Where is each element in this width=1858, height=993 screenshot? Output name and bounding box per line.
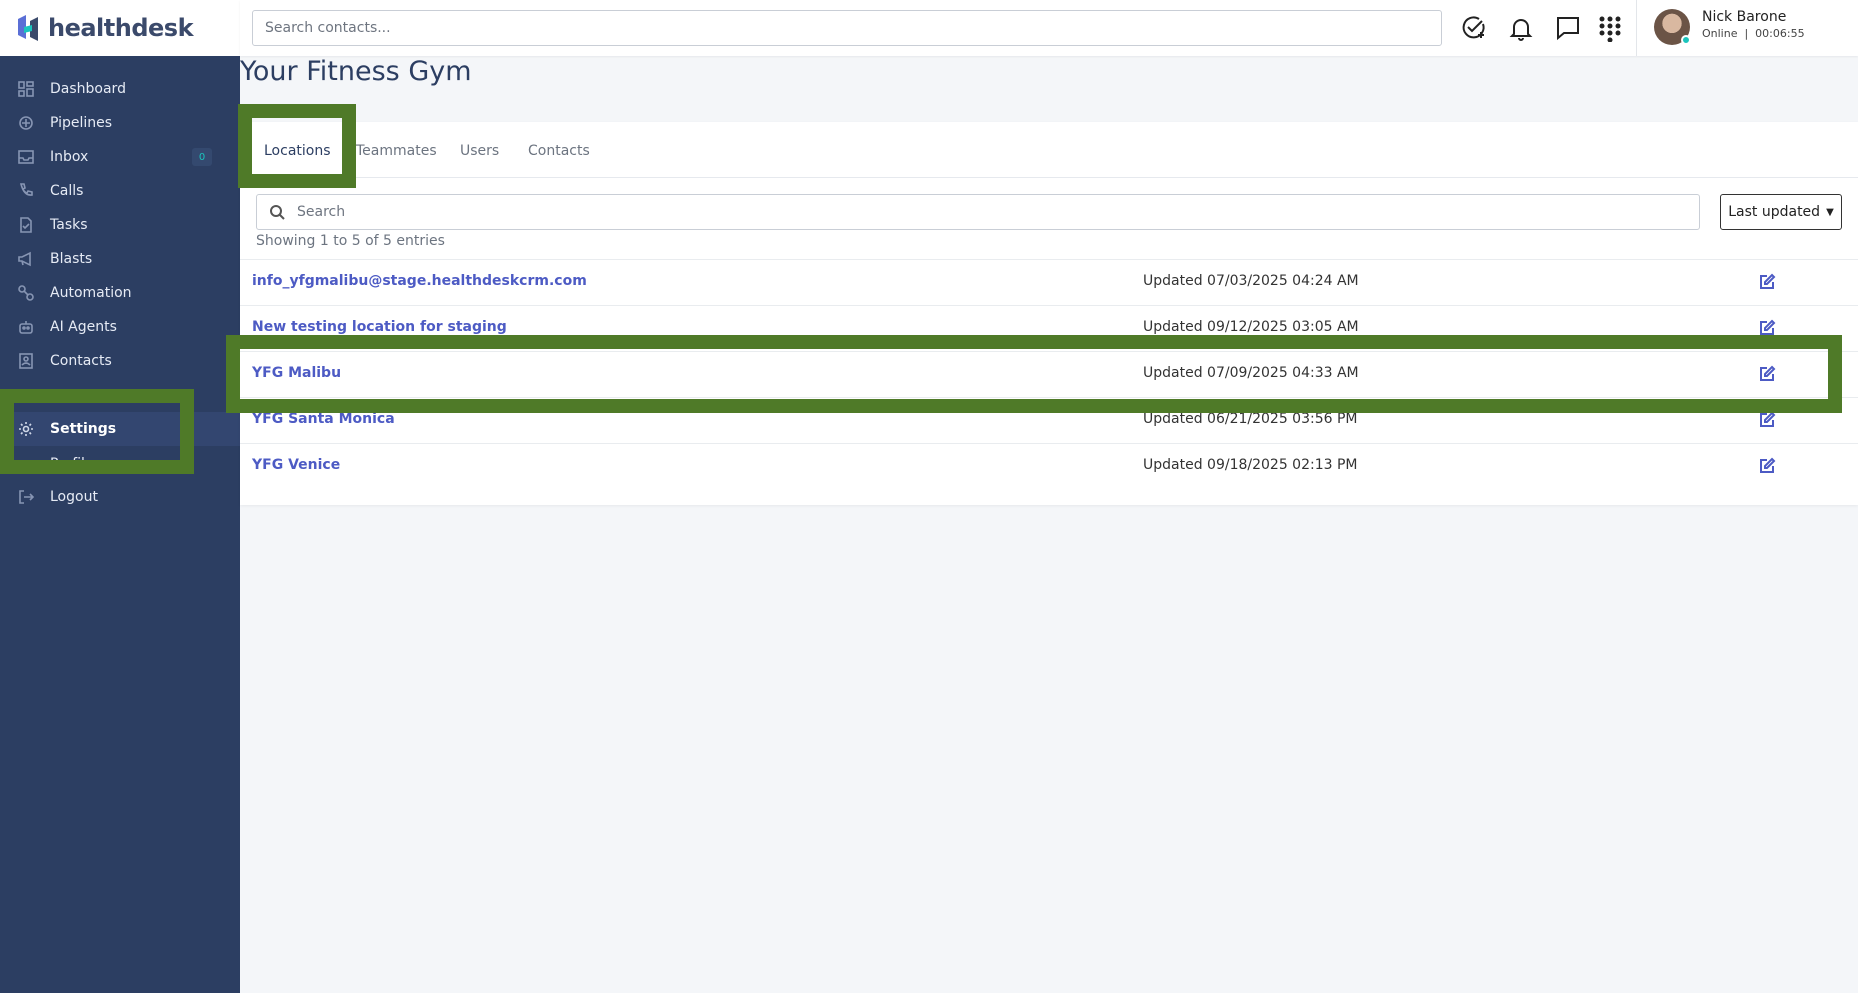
- top-bar: Nick Barone Online | 00:06:55: [240, 0, 1858, 56]
- tab-bar: Locations Teammates Users Contacts: [240, 122, 1858, 178]
- sidebar-item-label: Contacts: [50, 353, 112, 369]
- sidebar-item-label: Dashboard: [50, 81, 126, 97]
- edit-icon[interactable]: [1758, 411, 1776, 429]
- sidebar-item-label: Blasts: [50, 251, 93, 267]
- sidebar-item-ai-agents[interactable]: AI Agents: [0, 310, 240, 344]
- sidebar-item-settings[interactable]: Settings: [0, 412, 240, 446]
- gear-icon: [18, 421, 34, 437]
- dashboard-icon: [18, 81, 34, 97]
- location-name-link[interactable]: YFG Malibu: [252, 365, 341, 381]
- user-status: Online | 00:06:55: [1702, 27, 1805, 40]
- caret-down-icon: ▼: [1826, 206, 1834, 218]
- table-row: info_yfgmalibu@stage.healthdeskcrm.com U…: [240, 259, 1858, 305]
- sidebar-item-profile[interactable]: Profile: [50, 452, 94, 464]
- sidebar-item-label: Inbox: [50, 149, 89, 165]
- location-search-input[interactable]: [297, 204, 1677, 220]
- updated-timestamp: Updated 09/12/2025 03:05 AM: [1143, 319, 1359, 335]
- add-task-icon[interactable]: [1458, 12, 1490, 44]
- sidebar-item-label: Automation: [50, 285, 132, 301]
- tasks-icon: [18, 217, 34, 233]
- location-name-link[interactable]: YFG Venice: [252, 457, 340, 473]
- sidebar-item-inbox[interactable]: Inbox 0: [0, 140, 240, 174]
- sidebar-item-label: Logout: [50, 489, 98, 505]
- sort-dropdown-button[interactable]: Last updated ▼: [1720, 194, 1842, 230]
- sidebar-item-label: Settings: [50, 421, 117, 437]
- dialpad-icon[interactable]: [1594, 12, 1626, 44]
- logout-icon: [18, 489, 34, 505]
- table-row: YFG Santa Monica Updated 06/21/2025 03:5…: [240, 397, 1858, 443]
- updated-timestamp: Updated 07/09/2025 04:33 AM: [1143, 365, 1359, 381]
- megaphone-icon: [18, 251, 34, 267]
- chat-icon[interactable]: [1552, 12, 1584, 44]
- edit-icon[interactable]: [1758, 273, 1776, 291]
- inbox-count-badge: 0: [192, 148, 212, 166]
- updated-timestamp: Updated 09/18/2025 02:13 PM: [1143, 457, 1358, 473]
- page-title: Your Fitness Gym: [240, 56, 472, 87]
- edit-icon[interactable]: [1758, 365, 1776, 383]
- location-name-link[interactable]: New testing location for staging: [252, 319, 507, 335]
- robot-icon: [18, 319, 34, 335]
- search-icon: [257, 204, 297, 220]
- healthdesk-logo-icon: [18, 15, 38, 41]
- edit-icon[interactable]: [1758, 319, 1776, 337]
- automation-icon: [18, 285, 34, 301]
- sidebar-item-label: AI Agents: [50, 319, 117, 335]
- location-search-box: [256, 194, 1700, 230]
- sidebar: healthdesk Dashboard Pipelines Inbox 0 C…: [0, 0, 240, 993]
- sidebar-item-pipelines[interactable]: Pipelines: [0, 106, 240, 140]
- brand-name: healthdesk: [48, 14, 194, 42]
- locations-card: Locations Teammates Users Contacts Last …: [240, 122, 1858, 505]
- inbox-icon: [18, 149, 34, 165]
- table-row: YFG Venice Updated 09/18/2025 02:13 PM: [240, 443, 1858, 489]
- user-name: Nick Barone: [1702, 9, 1787, 25]
- sidebar-item-contacts[interactable]: Contacts: [0, 344, 240, 378]
- sidebar-item-label: Pipelines: [50, 115, 113, 131]
- tab-contacts[interactable]: Contacts: [528, 140, 590, 178]
- logo[interactable]: healthdesk: [0, 0, 240, 56]
- sidebar-item-label: Calls: [50, 183, 84, 199]
- sidebar-item-blasts[interactable]: Blasts: [0, 242, 240, 276]
- contacts-icon: [18, 353, 34, 369]
- sidebar-item-logout[interactable]: Logout: [0, 480, 240, 514]
- bell-icon[interactable]: [1505, 12, 1537, 44]
- sidebar-item-label: Tasks: [50, 217, 88, 233]
- edit-icon[interactable]: [1758, 457, 1776, 475]
- sort-label: Last updated: [1728, 204, 1821, 220]
- tab-locations[interactable]: Locations: [252, 140, 343, 178]
- search-contacts-input[interactable]: [252, 10, 1442, 46]
- sidebar-item-dashboard[interactable]: Dashboard: [0, 72, 240, 106]
- pipelines-icon: [18, 115, 34, 131]
- tab-teammates[interactable]: Teammates: [356, 140, 437, 178]
- sidebar-item-calls[interactable]: Calls: [0, 174, 240, 208]
- table-row: New testing location for staging Updated…: [240, 305, 1858, 351]
- updated-timestamp: Updated 07/03/2025 04:24 AM: [1143, 273, 1359, 289]
- location-name-link[interactable]: info_yfgmalibu@stage.healthdeskcrm.com: [252, 273, 587, 289]
- topbar-divider: [1636, 0, 1637, 56]
- sidebar-item-tasks[interactable]: Tasks: [0, 208, 240, 242]
- sidebar-item-automation[interactable]: Automation: [0, 276, 240, 310]
- phone-icon: [18, 183, 34, 199]
- table-row: YFG Malibu Updated 07/09/2025 04:33 AM: [240, 351, 1858, 397]
- online-status-icon: [1681, 35, 1691, 45]
- entries-count: Showing 1 to 5 of 5 entries: [256, 233, 445, 249]
- location-name-link[interactable]: YFG Santa Monica: [252, 411, 395, 427]
- tab-users[interactable]: Users: [460, 140, 499, 178]
- updated-timestamp: Updated 06/21/2025 03:56 PM: [1143, 411, 1358, 427]
